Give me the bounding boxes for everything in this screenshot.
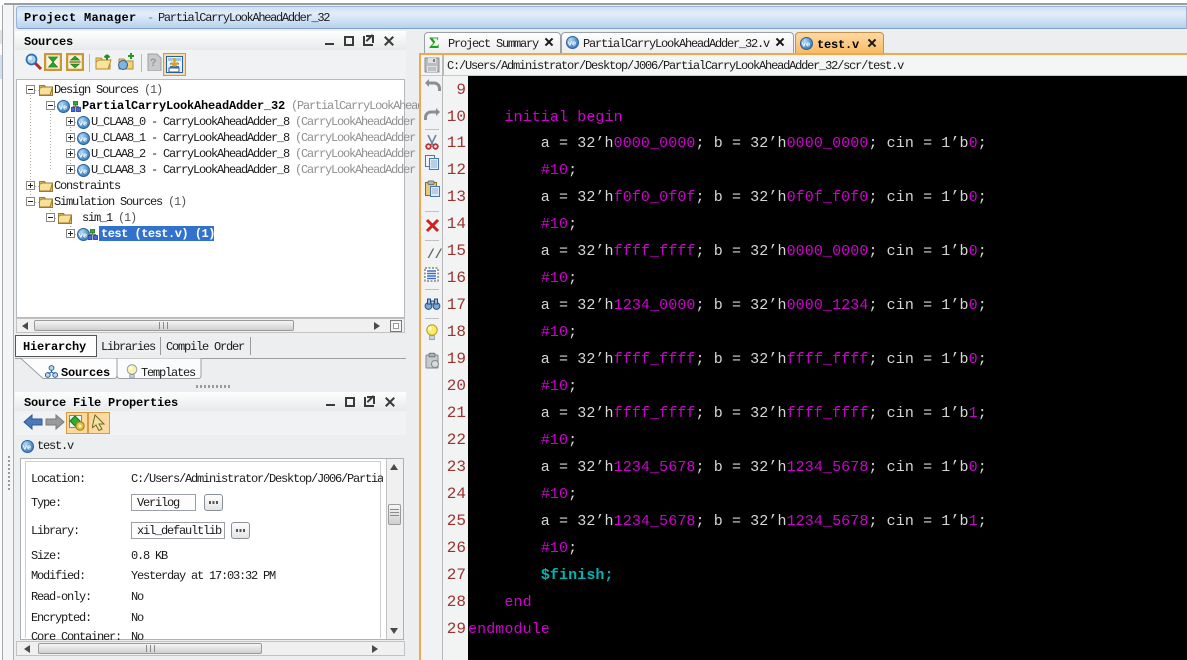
svg-text:ve: ve (23, 443, 31, 452)
svg-text:?: ? (150, 58, 157, 70)
svg-text:ve: ve (79, 119, 87, 128)
svg-text:ve: ve (79, 135, 87, 144)
svg-text:ve: ve (79, 167, 87, 176)
svg-text:ve: ve (802, 40, 810, 49)
svg-text:ve: ve (568, 39, 576, 48)
svg-text:ve: ve (79, 151, 87, 160)
svg-text:ve: ve (79, 231, 87, 240)
svg-text:ve: ve (59, 103, 67, 112)
